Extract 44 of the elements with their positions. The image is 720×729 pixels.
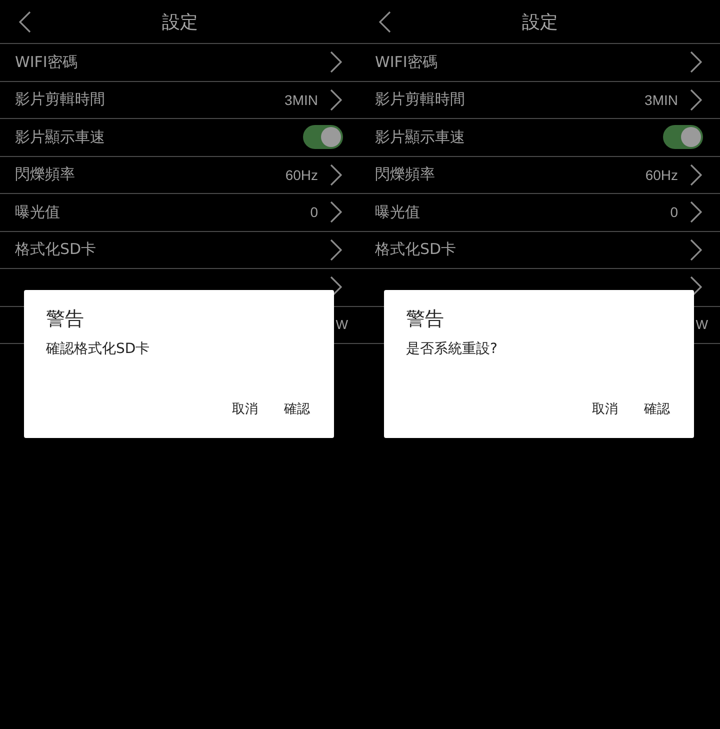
chevron-right-icon [690,201,702,224]
chevron-right-icon [690,238,702,261]
confirm-button[interactable]: 確認 [636,396,678,422]
setting-value: 0 [310,204,318,220]
dialog-message: 確認格式化SD卡 [46,340,150,358]
setting-label: 影片剪輯時間 [15,90,106,110]
chevron-right-icon [690,164,702,186]
chevron-right-icon [330,201,342,224]
setting-label: 閃爍頻率 [375,165,436,184]
chevron-right-icon [330,88,342,111]
setting-value: 60Hz [645,166,678,183]
cancel-button[interactable]: 取消 [224,396,266,422]
confirm-button[interactable]: 確認 [276,396,318,422]
toggle-switch[interactable] [303,125,343,150]
setting-label: 影片剪輯時間 [375,90,466,110]
toggle-switch[interactable] [663,125,703,150]
setting-label: 曝光值 [375,202,421,222]
back-icon[interactable] [378,11,392,33]
setting-label: WIFI密碼 [375,52,438,72]
setting-label: 影片顯示車速 [15,128,106,147]
setting-label: 格式化SD卡 [375,240,458,260]
chevron-right-icon [330,51,342,74]
dialog-title: 警告 [46,307,84,332]
setting-label: 影片顯示車速 [375,128,466,147]
setting-value: W [336,317,348,332]
chevron-right-icon [330,238,342,261]
setting-label: 格式化SD卡 [15,240,98,260]
setting-value: W [696,317,708,332]
setting-value: 0 [670,204,678,220]
setting-label: WIFI密碼 [15,52,78,72]
screen-title: 設定 [522,10,558,34]
back-icon[interactable] [18,11,32,33]
setting-label: 閃爍頻率 [15,165,76,184]
setting-value: 60Hz [285,166,318,183]
dialog-message: 是否系統重設? [406,340,498,358]
setting-label: 曝光值 [15,202,61,222]
chevron-right-icon [330,164,342,186]
setting-value: 3MIN [644,92,678,108]
cancel-button[interactable]: 取消 [584,396,626,422]
screen-title: 設定 [162,10,198,34]
chevron-right-icon [690,88,702,111]
chevron-right-icon [690,51,702,74]
setting-value: 3MIN [284,92,318,108]
dialog-title: 警告 [406,307,444,332]
